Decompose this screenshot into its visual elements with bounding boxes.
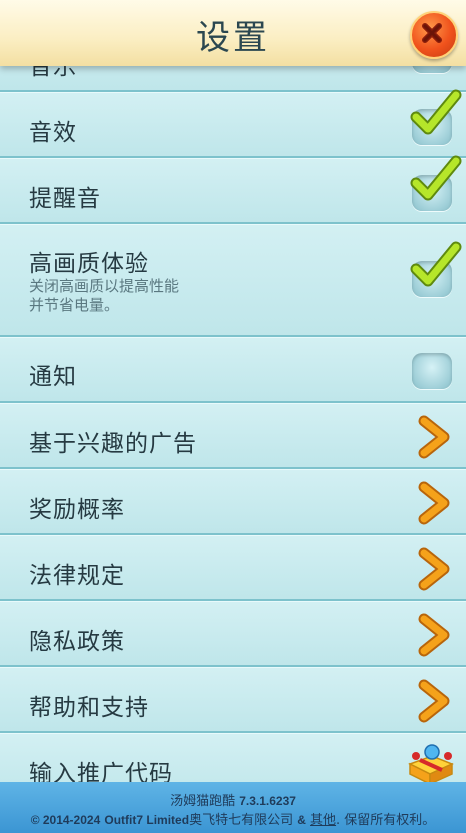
company-cn: 奥飞特七有限公司 [189,813,294,828]
sound-effects-checkbox[interactable] [410,89,462,145]
row-label: 音效 [29,120,77,146]
page-title: 设置 [196,18,270,58]
row-label: 隐私政策 [29,629,125,655]
ampersand: & [297,813,306,827]
row-help-support[interactable]: 帮助和支持 [0,667,466,733]
row-label: 法律规定 [29,563,125,589]
chevron-right-icon [418,547,450,591]
copyright-line: © 2014-2024 Outfit7 Limited奥飞特七有限公司 & 其他… [0,809,466,828]
row-notifications[interactable]: 通知 [0,337,466,403]
chevron-right-icon [418,679,450,723]
others-link[interactable]: 其他 [310,813,336,828]
checkmark-icon [410,89,462,135]
gift-box-icon [408,744,454,786]
row-label: 提醒音 [29,186,101,212]
notifications-checkbox[interactable] [412,353,452,389]
copyright-years: © 2014-2024 [30,813,101,827]
high-quality-checkbox[interactable] [410,241,462,297]
chevron-right-icon [418,613,450,657]
row-high-quality[interactable]: 高画质体验 关闭高画质以提高性能 并节省电量。 [0,224,466,337]
app-name: 汤姆猫跑酷 [170,794,236,809]
row-interest-based-ads[interactable]: 基于兴趣的广告 [0,403,466,469]
checkmark-icon [410,155,462,201]
row-label: 帮助和支持 [29,695,149,721]
row-legal[interactable]: 法律规定 [0,535,466,601]
chevron-right-icon [418,415,450,459]
row-description: 关闭高画质以提高性能 并节省电量。 [29,277,180,314]
close-icon [422,23,442,43]
row-reminder-sound[interactable]: 提醒音 [0,155,466,224]
reminder-sound-checkbox[interactable] [410,155,462,211]
close-button[interactable] [410,11,458,59]
chevron-right-icon [418,481,450,525]
row-privacy-policy[interactable]: 隐私政策 [0,601,466,667]
row-label: 通知 [29,364,77,390]
company-en: Outfit7 Limited [104,813,190,827]
row-label: 基于兴趣的广告 [29,431,197,457]
header-bar: 设置 [0,0,466,66]
footer: 汤姆猫跑酷 7.3.1.6237 © 2014-2024 Outfit7 Lim… [0,782,466,833]
version-number: 7.3.1.6237 [239,794,296,808]
version-line: 汤姆猫跑酷 7.3.1.6237 [0,790,466,809]
row-reward-odds[interactable]: 奖励概率 [0,469,466,535]
row-label: 奖励概率 [29,497,125,523]
row-sound-effects[interactable]: 音效 [0,89,466,158]
rights-text: . 保留所有权利。 [336,813,436,828]
checkmark-icon [410,241,462,287]
row-label: 高画质体验 [29,251,149,277]
